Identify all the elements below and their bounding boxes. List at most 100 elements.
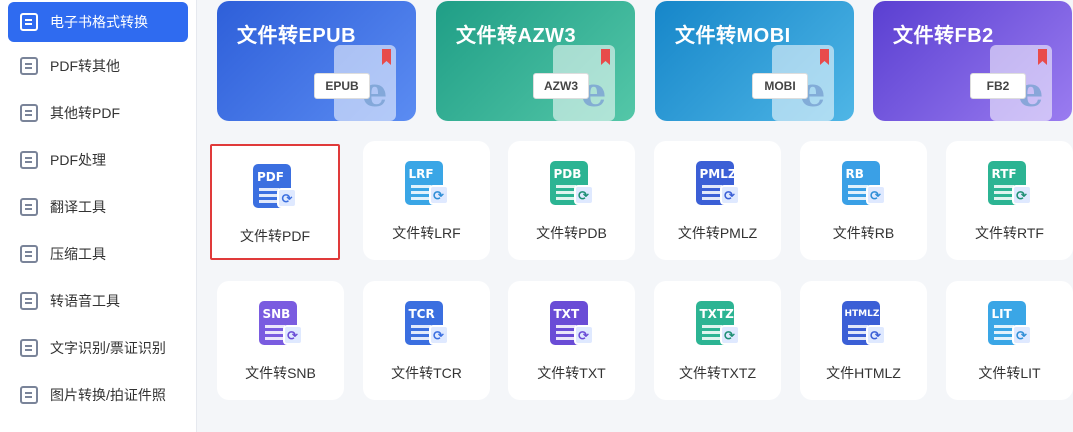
- rb-file-icon: RB ⟳: [841, 161, 886, 209]
- sync-icon: ⟳: [428, 185, 449, 205]
- sidebar-item-label: PDF转其他: [50, 58, 120, 74]
- tile-label: 文件转PDB: [536, 225, 607, 241]
- tile-to-pdf[interactable]: PDF ⟳ 文件转PDF: [210, 144, 340, 260]
- sidebar-item-ebook-convert[interactable]: 电子书格式转换: [8, 2, 188, 42]
- file-ext: RTF: [991, 167, 1017, 181]
- book-icon: e MOBI: [752, 45, 834, 121]
- tile-label: 文件HTMLZ: [826, 365, 901, 381]
- sync-icon: ⟳: [573, 325, 594, 345]
- pdb-file-icon: PDB ⟳: [549, 161, 594, 209]
- sidebar-item-ocr[interactable]: 文字识别/票证识别: [8, 328, 188, 368]
- file-ext: LIT: [991, 307, 1012, 321]
- pdf-icon: [20, 57, 38, 75]
- banner-mobi[interactable]: 文件转MOBI e MOBI: [655, 1, 854, 121]
- tile-to-txtz[interactable]: TXTZ ⟳ 文件转TXTZ: [654, 281, 781, 400]
- tile-to-lrf[interactable]: LRF ⟳ 文件转LRF: [363, 141, 490, 260]
- banner-azw3[interactable]: 文件转AZW3 e AZW3: [436, 1, 635, 121]
- sidebar-item-other-to-pdf[interactable]: 其他转PDF: [8, 93, 188, 133]
- banner-fb2[interactable]: 文件转FB2 e FB2: [873, 1, 1072, 121]
- lrf-file-icon: LRF ⟳: [404, 161, 449, 209]
- tile-label: 文件转TXTZ: [679, 365, 756, 381]
- tile-to-pdb[interactable]: PDB ⟳ 文件转PDB: [508, 141, 635, 260]
- file-ext: TXTZ: [699, 307, 734, 321]
- tile-to-tcr[interactable]: TCR ⟳ 文件转TCR: [363, 281, 490, 400]
- pdf-file-icon: PDF ⟳: [253, 164, 297, 212]
- file-ext: PDB: [553, 167, 582, 181]
- sync-icon: ⟳: [865, 325, 886, 345]
- tile-label: 文件转RTF: [975, 225, 1044, 241]
- banner-epub[interactable]: 文件转EPUB e EPUB: [217, 1, 416, 121]
- tile-to-htmlz[interactable]: HTMLZ ⟳ 文件HTMLZ: [800, 281, 927, 400]
- sync-icon: ⟳: [428, 325, 449, 345]
- tile-to-rtf[interactable]: RTF ⟳ 文件转RTF: [946, 141, 1073, 260]
- format-badge: MOBI: [752, 73, 808, 99]
- file-ext: HTMLZ: [844, 309, 880, 319]
- tcr-file-icon: TCR ⟳: [404, 301, 449, 349]
- format-badge: AZW3: [533, 73, 589, 99]
- image-icon: [20, 386, 38, 404]
- snb-file-icon: SNB ⟳: [258, 301, 303, 349]
- to-pdf-icon: [20, 104, 38, 122]
- audio-icon: [20, 292, 38, 310]
- sidebar-item-label: 电子书格式转换: [50, 14, 148, 30]
- tile-to-snb[interactable]: SNB ⟳ 文件转SNB: [217, 281, 344, 400]
- book-icon: e FB2: [970, 45, 1052, 121]
- sidebar-item-pdf-process[interactable]: PDF处理: [8, 140, 188, 180]
- tile-to-txt[interactable]: TXT ⟳ 文件转TXT: [508, 281, 635, 400]
- sync-icon: ⟳: [865, 185, 886, 205]
- sidebar-item-label: 转语音工具: [50, 293, 120, 309]
- sidebar-item-audio[interactable]: 转语音工具: [8, 281, 188, 321]
- tile-to-rb[interactable]: RB ⟳ 文件转RB: [800, 141, 927, 260]
- sidebar-item-label: 文字识别/票证识别: [50, 340, 166, 356]
- tile-label: 文件转LIT: [978, 365, 1041, 381]
- sync-icon: ⟳: [719, 185, 740, 205]
- translate-icon: [20, 198, 38, 216]
- file-ext: PMLZ: [699, 167, 737, 181]
- ocr-icon: [20, 339, 38, 357]
- file-ext: LRF: [408, 167, 434, 181]
- sidebar-item-translate[interactable]: 翻译工具: [8, 187, 188, 227]
- lit-file-icon: LIT ⟳: [987, 301, 1032, 349]
- file-ext: PDF: [257, 170, 284, 184]
- sidebar-item-label: PDF处理: [50, 152, 106, 168]
- pdf-edit-icon: [20, 151, 38, 169]
- banner-title: 文件转AZW3: [456, 25, 577, 47]
- sidebar-item-image[interactable]: 图片转换/拍证件照: [8, 375, 188, 415]
- tile-to-lit[interactable]: LIT ⟳ 文件转LIT: [946, 281, 1073, 400]
- tile-label: 文件转PDF: [240, 228, 310, 244]
- sync-icon: ⟳: [719, 325, 740, 345]
- banner-title: 文件转FB2: [893, 25, 994, 47]
- book-icon: e AZW3: [533, 45, 615, 121]
- sidebar-item-label: 压缩工具: [50, 246, 106, 262]
- sidebar-item-label: 图片转换/拍证件照: [50, 387, 166, 403]
- book-convert-icon: [20, 13, 38, 31]
- file-ext: TXT: [553, 307, 580, 321]
- tile-label: 文件转LRF: [392, 225, 461, 241]
- tile-to-pmlz[interactable]: PMLZ ⟳ 文件转PMLZ: [654, 141, 781, 260]
- sidebar-item-label: 其他转PDF: [50, 105, 120, 121]
- tile-label: 文件转TXT: [537, 365, 606, 381]
- txtz-file-icon: TXTZ ⟳: [695, 301, 740, 349]
- pmlz-file-icon: PMLZ ⟳: [695, 161, 740, 209]
- file-ext: SNB: [262, 307, 291, 321]
- format-badge: EPUB: [314, 73, 370, 99]
- file-ext: RB: [845, 167, 864, 181]
- banner-title: 文件转EPUB: [237, 25, 357, 47]
- file-ext: TCR: [408, 307, 435, 321]
- tile-label: 文件转PMLZ: [677, 225, 758, 241]
- sync-icon: ⟳: [1011, 185, 1032, 205]
- format-badge: FB2: [970, 73, 1026, 99]
- sync-icon: ⟳: [282, 325, 303, 345]
- htmlz-file-icon: HTMLZ ⟳: [841, 301, 886, 349]
- tile-label: 文件转RB: [832, 225, 895, 241]
- sidebar-item-label: 翻译工具: [50, 199, 106, 215]
- sync-icon: ⟳: [277, 188, 297, 208]
- txt-file-icon: TXT ⟳: [549, 301, 594, 349]
- tile-label: 文件转TCR: [391, 365, 462, 381]
- sync-icon: ⟳: [1011, 325, 1032, 345]
- tile-label: 文件转SNB: [245, 365, 316, 381]
- compress-icon: [20, 245, 38, 263]
- sidebar-item-compress[interactable]: 压缩工具: [8, 234, 188, 274]
- sidebar-item-pdf-to-other[interactable]: PDF转其他: [8, 46, 188, 86]
- banner-title: 文件转MOBI: [675, 25, 791, 47]
